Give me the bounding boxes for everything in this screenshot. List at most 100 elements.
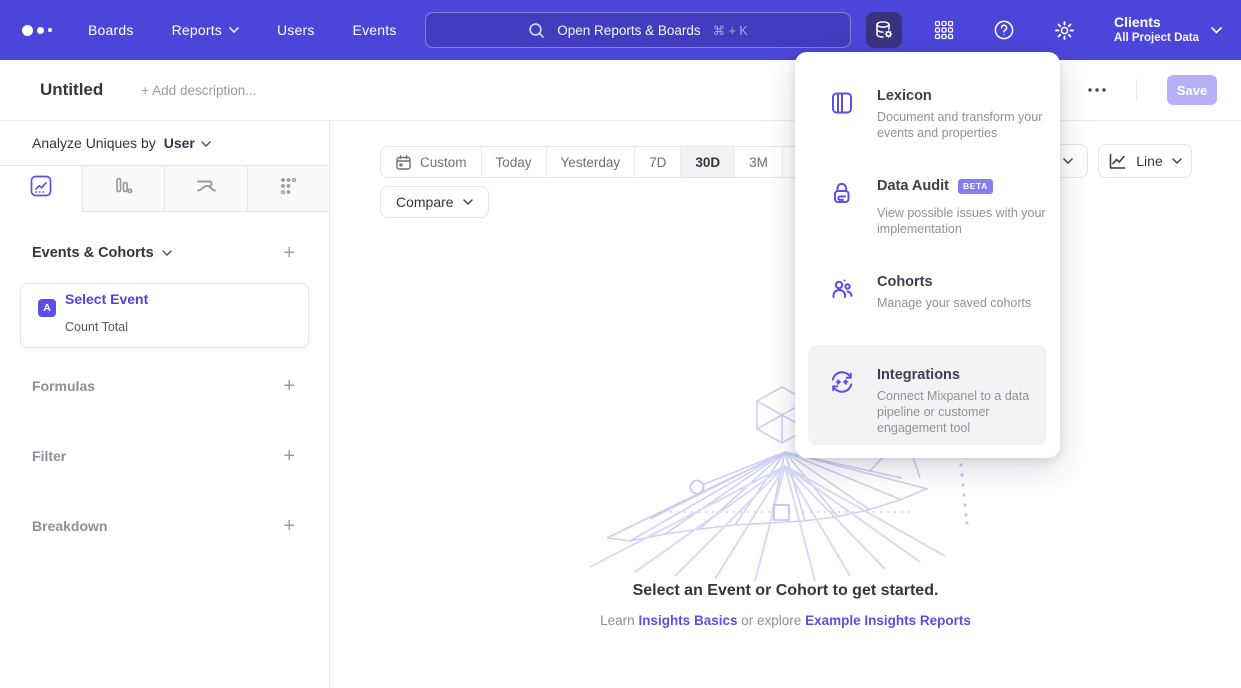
date-range-group: Custom Today Yesterday 7D 30D 3M 6M bbox=[380, 146, 831, 178]
empty-state-links: Learn Insights Basics or explore Example… bbox=[330, 613, 1241, 628]
help-icon[interactable] bbox=[986, 12, 1022, 48]
menu-item-description: Connect Mixpanel to a data pipeline or c… bbox=[877, 388, 1055, 436]
menu-item-cohorts[interactable]: Cohorts Manage your saved cohorts bbox=[829, 274, 1044, 311]
chevron-down-icon bbox=[463, 199, 473, 205]
menu-item-text: Cohorts Manage your saved cohorts bbox=[877, 274, 1055, 311]
date-range-label: 30D bbox=[695, 155, 720, 170]
integrations-sync-icon bbox=[829, 367, 857, 436]
data-management-icon[interactable] bbox=[866, 12, 902, 48]
menu-item-text: Lexicon Document and transform your even… bbox=[877, 88, 1055, 141]
count-total-label[interactable]: Count Total bbox=[65, 320, 128, 334]
menu-item-data-audit[interactable]: Data Audit BETA View possible issues wit… bbox=[829, 178, 1044, 237]
divider bbox=[1136, 79, 1137, 101]
empty-state-heading: Select an Event or Cohort to get started… bbox=[330, 582, 1241, 600]
date-range-label: 3M bbox=[749, 155, 768, 170]
nav-item-events[interactable]: Events bbox=[353, 22, 397, 38]
date-range-label: Custom bbox=[420, 155, 467, 170]
date-range-30d[interactable]: 30D bbox=[680, 147, 734, 177]
nav-item-reports[interactable]: Reports bbox=[172, 22, 239, 38]
menu-item-integrations[interactable]: Integrations Connect Mixpanel to a data … bbox=[829, 367, 1044, 436]
nav-item-label: Boards bbox=[88, 22, 134, 38]
menu-item-description: Document and transform your events and p… bbox=[877, 109, 1055, 141]
cohorts-people-icon bbox=[829, 274, 857, 311]
tab-bar-chart[interactable] bbox=[83, 166, 166, 212]
date-range-custom[interactable]: Custom bbox=[381, 147, 481, 177]
event-row-card[interactable]: A Select Event Count Total bbox=[20, 283, 309, 348]
line-chart-icon bbox=[30, 175, 52, 202]
add-breakdown-button[interactable]: + bbox=[283, 516, 295, 536]
tab-line-chart[interactable] bbox=[0, 166, 83, 212]
empty-state-middle: or explore bbox=[741, 613, 801, 628]
report-actions: Save bbox=[1037, 75, 1217, 105]
add-formula-button[interactable]: + bbox=[283, 376, 295, 396]
calendar-icon bbox=[395, 154, 412, 171]
settings-icon[interactable] bbox=[1046, 12, 1082, 48]
analyze-by-row: Analyze Uniques by User bbox=[0, 121, 329, 166]
flows-chart-icon bbox=[194, 175, 218, 202]
compare-dropdown[interactable]: Compare bbox=[380, 186, 489, 218]
project-names: Clients All Project Data bbox=[1114, 14, 1199, 46]
chart-type-tabs bbox=[0, 166, 329, 212]
insights-report-page: Boards Reports Users Events Open Reports… bbox=[0, 0, 1241, 688]
events-cohorts-title[interactable]: Events & Cohorts bbox=[32, 245, 172, 261]
bar-chart-icon bbox=[112, 175, 134, 202]
chevron-down-icon bbox=[1211, 27, 1221, 33]
search-input[interactable]: Open Reports & Boards ⌘ + K bbox=[425, 12, 851, 48]
lexicon-book-icon bbox=[829, 88, 857, 141]
data-management-menu: Lexicon Document and transform your even… bbox=[795, 52, 1060, 458]
nav-item-boards[interactable]: Boards bbox=[88, 22, 134, 38]
date-range-3m[interactable]: 3M bbox=[734, 147, 782, 177]
org-name: Clients bbox=[1114, 14, 1199, 31]
beta-badge: BETA bbox=[958, 179, 993, 194]
formulas-section: Formulas + bbox=[0, 376, 329, 396]
breakdown-section: Breakdown + bbox=[0, 516, 329, 536]
menu-item-text: Integrations Connect Mixpanel to a data … bbox=[877, 367, 1055, 436]
analyze-by-label: Analyze Uniques by bbox=[32, 135, 156, 151]
event-letter-badge: A bbox=[38, 299, 56, 317]
add-filter-button[interactable]: + bbox=[283, 446, 295, 466]
menu-item-description: Manage your saved cohorts bbox=[877, 295, 1055, 311]
chart-style-dropdown[interactable]: Line bbox=[1098, 144, 1192, 178]
save-button[interactable]: Save bbox=[1167, 75, 1217, 105]
insights-basics-link[interactable]: Insights Basics bbox=[638, 613, 737, 628]
add-event-button[interactable]: + bbox=[283, 243, 295, 263]
tab-flows-chart[interactable] bbox=[165, 166, 248, 212]
mixpanel-logo-icon[interactable] bbox=[22, 25, 52, 36]
chart-style-label: Line bbox=[1136, 153, 1162, 169]
menu-item-lexicon[interactable]: Lexicon Document and transform your even… bbox=[829, 88, 1044, 141]
analyze-by-value[interactable]: User bbox=[164, 135, 195, 151]
nav-item-users[interactable]: Users bbox=[277, 22, 315, 38]
filter-label: Filter bbox=[32, 448, 66, 464]
report-canvas: Custom Today Yesterday 7D 30D 3M 6M Line… bbox=[330, 121, 1241, 688]
example-reports-link[interactable]: Example Insights Reports bbox=[805, 613, 971, 628]
events-cohorts-label: Events & Cohorts bbox=[32, 245, 154, 261]
menu-item-title: Lexicon bbox=[877, 88, 932, 104]
nav-item-label: Reports bbox=[172, 22, 222, 38]
menu-item-title: Integrations bbox=[877, 367, 960, 383]
apps-grid-icon[interactable] bbox=[926, 12, 962, 48]
add-description-field[interactable]: + Add description... bbox=[141, 83, 256, 98]
nav-right: Clients All Project Data bbox=[866, 12, 1221, 48]
search-shortcut: ⌘ + K bbox=[713, 23, 748, 38]
chevron-down-icon bbox=[1063, 158, 1073, 164]
empty-state-prefix: Learn bbox=[600, 613, 635, 628]
breakdown-label: Breakdown bbox=[32, 518, 107, 534]
date-range-today[interactable]: Today bbox=[481, 147, 546, 177]
filter-section: Filter + bbox=[0, 446, 329, 466]
select-event-label[interactable]: Select Event bbox=[65, 291, 148, 307]
menu-item-title: Data Audit bbox=[877, 178, 949, 194]
date-range-yesterday[interactable]: Yesterday bbox=[546, 147, 635, 177]
top-nav: Boards Reports Users Events Open Reports… bbox=[0, 0, 1241, 60]
tab-more-charts[interactable] bbox=[248, 166, 330, 212]
search-placeholder: Open Reports & Boards bbox=[557, 23, 700, 38]
date-range-7d[interactable]: 7D bbox=[634, 147, 680, 177]
query-builder-sidebar: Analyze Uniques by User bbox=[0, 121, 330, 688]
report-title[interactable]: Untitled bbox=[40, 80, 103, 100]
compare-label: Compare bbox=[396, 194, 454, 210]
more-options-icon[interactable] bbox=[1088, 88, 1106, 92]
menu-item-title: Cohorts bbox=[877, 274, 933, 290]
search-icon bbox=[528, 22, 545, 39]
project-switcher[interactable]: Clients All Project Data bbox=[1114, 14, 1221, 46]
date-range-label: 7D bbox=[649, 155, 666, 170]
chevron-down-icon bbox=[201, 141, 211, 147]
